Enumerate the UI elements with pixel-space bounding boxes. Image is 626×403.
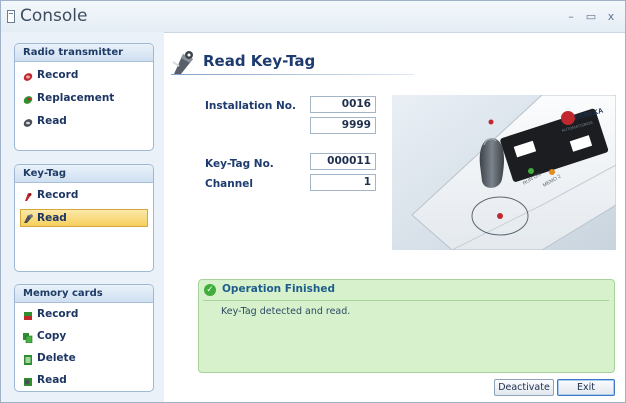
status-divider [203, 300, 609, 301]
status-header: ✓ Operation Finished [199, 280, 614, 300]
minimize-button[interactable]: – [564, 10, 578, 23]
keytag-field[interactable]: 000011 [310, 153, 376, 170]
radio-record-item[interactable]: Record [20, 66, 148, 84]
read-icon [23, 375, 33, 386]
keytag-read-item[interactable]: Read [20, 209, 148, 227]
channel-label: Channel [205, 178, 253, 190]
replacement-icon [23, 93, 33, 104]
record-icon [23, 190, 33, 201]
status-title: Operation Finished [222, 283, 335, 295]
app-icon [7, 10, 15, 23]
channel-field[interactable]: 1 [310, 174, 376, 191]
keytag-record-item[interactable]: Record [20, 186, 148, 204]
radio-replacement-item[interactable]: Replacement [20, 89, 148, 107]
item-label: Record [37, 69, 79, 81]
group-radio-transmitter: Radio transmitter Record Replacement Rea… [14, 43, 154, 151]
item-label: Record [37, 189, 79, 201]
title-divider [171, 74, 414, 75]
installation-field-2[interactable]: 9999 [310, 117, 376, 134]
keytag-label: Key-Tag No. [205, 158, 274, 170]
item-label: Read [37, 374, 67, 386]
window-title: Console [20, 6, 88, 26]
maximize-button[interactable]: ▭ [584, 10, 598, 23]
item-label: Replacement [37, 92, 115, 104]
item-label: Read [37, 115, 67, 127]
group-memory-cards: Memory cards Record Copy Delete Read [14, 284, 154, 392]
read-icon [23, 116, 33, 127]
item-label: Delete [37, 352, 76, 364]
group-header-radio-transmitter: Radio transmitter [15, 44, 153, 62]
status-panel: ✓ Operation Finished Key-Tag detected an… [198, 279, 615, 373]
page-title: Read Key-Tag [203, 52, 316, 70]
radio-read-item[interactable]: Read [20, 112, 148, 130]
memory-record-item[interactable]: Record [20, 305, 148, 323]
installation-label: Installation No. [205, 100, 296, 112]
read-icon [23, 213, 33, 223]
memory-copy-item[interactable]: Copy [20, 327, 148, 345]
group-header-memory-cards: Memory cards [15, 285, 153, 303]
copy-icon [23, 331, 33, 344]
close-button[interactable]: x [604, 10, 618, 23]
device-photo: ERREKA AUTOMATISMOS RUN ON MEMO 2 [392, 94, 617, 251]
group-header-key-tag: Key-Tag [15, 165, 153, 183]
item-label: Copy [37, 330, 67, 342]
check-icon: ✓ [204, 284, 216, 296]
group-key-tag: Key-Tag Record Read [14, 164, 154, 272]
record-icon [23, 70, 33, 81]
memory-delete-item[interactable]: Delete [20, 349, 148, 367]
key-tag-icon [171, 48, 197, 76]
installation-field-1[interactable]: 0016 [310, 96, 376, 113]
status-message: Key-Tag detected and read. [221, 306, 351, 317]
deactivate-button[interactable]: Deactivate [494, 379, 554, 396]
delete-icon [23, 353, 33, 365]
item-label: Record [37, 308, 79, 320]
exit-button[interactable]: Exit [557, 379, 615, 396]
record-icon [23, 309, 33, 320]
memory-read-item[interactable]: Read [20, 371, 148, 389]
console-window: Console – ▭ x Radio transmitter Record R… [0, 0, 626, 403]
item-label: Read [37, 212, 67, 224]
title-bar[interactable]: Console – ▭ x [1, 1, 625, 33]
